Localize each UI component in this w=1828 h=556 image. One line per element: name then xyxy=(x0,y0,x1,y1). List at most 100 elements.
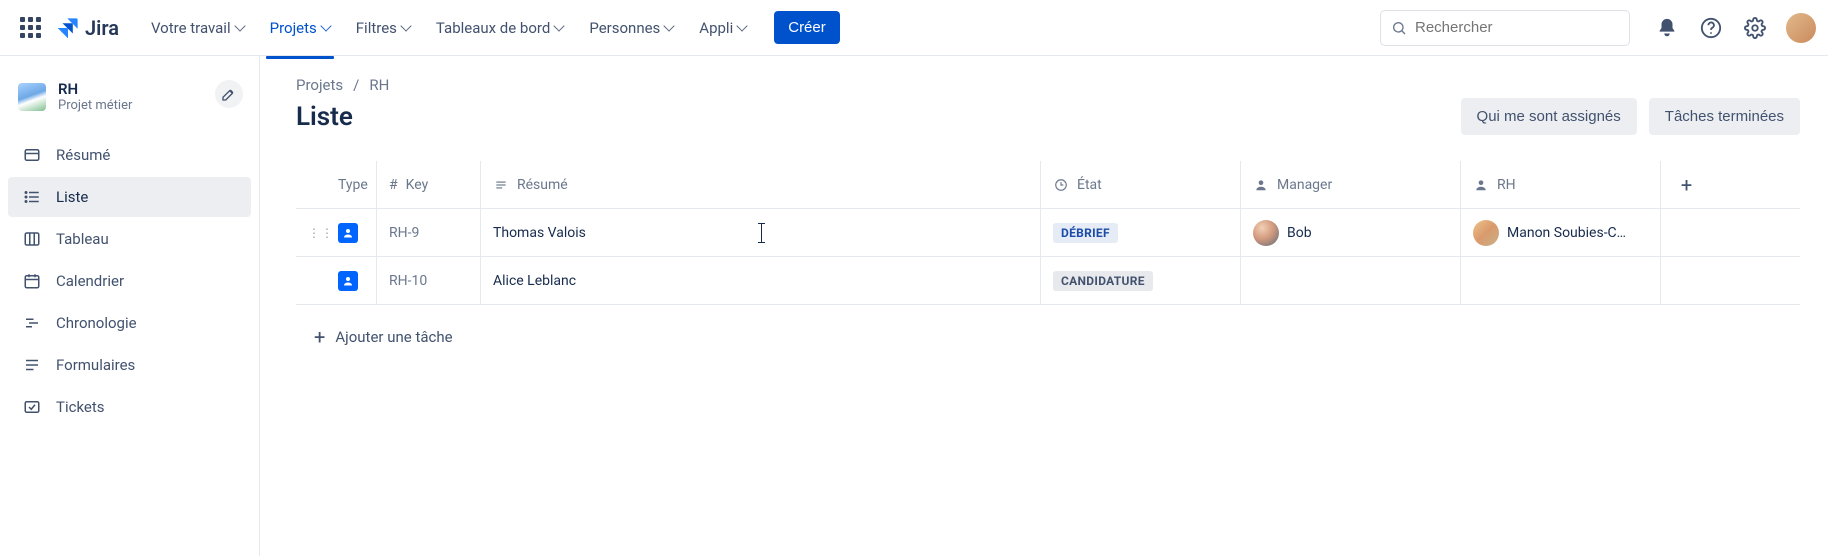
cell-manager[interactable] xyxy=(1240,257,1460,304)
cell-empty xyxy=(1660,209,1700,256)
person-icon xyxy=(1473,177,1489,193)
filter-assigned-button[interactable]: Qui me sont assignés xyxy=(1461,98,1637,135)
create-button[interactable]: Créer xyxy=(774,11,840,44)
col-status-label: État xyxy=(1077,177,1102,193)
cell-rh[interactable] xyxy=(1460,257,1660,304)
add-task-button[interactable]: + Ajouter une tâche xyxy=(296,327,1800,347)
cell-type[interactable] xyxy=(326,209,376,256)
nav-dashboards[interactable]: Tableaux de bord xyxy=(424,11,575,45)
sidebar-item-label: Tableau xyxy=(56,230,109,248)
nav-your-work[interactable]: Votre travail xyxy=(139,11,256,45)
status-badge: DÉBRIEF xyxy=(1053,223,1118,243)
cell-rh[interactable]: Manon Soubies-C… xyxy=(1460,209,1660,256)
jira-icon xyxy=(57,17,79,39)
user-avatar-icon xyxy=(1253,220,1279,246)
drag-handle-icon[interactable]: ⋮⋮ xyxy=(296,209,326,256)
col-type-label: Type xyxy=(338,177,368,193)
plus-icon: + xyxy=(1681,175,1692,195)
col-status[interactable]: État xyxy=(1040,161,1240,208)
breadcrumb-current[interactable]: RH xyxy=(369,76,389,94)
nav-utility-icons xyxy=(1654,13,1816,43)
main-content: Projets / RH Liste Qui me sont assignés … xyxy=(260,56,1828,556)
nav-filters-label: Filtres xyxy=(356,19,397,37)
sidebar-item-summary[interactable]: Résumé xyxy=(8,135,251,175)
sidebar-item-tickets[interactable]: Tickets xyxy=(8,387,251,427)
summary-text: Alice Leblanc xyxy=(493,273,576,289)
brand-label: Jira xyxy=(85,16,119,40)
nav-apps-label: Appli xyxy=(699,19,733,37)
table-row[interactable]: ⋮⋮ RH-9 Thomas Valois DÉBRIEF Bob Manon … xyxy=(296,209,1800,257)
cell-summary[interactable]: Alice Leblanc xyxy=(480,257,1040,304)
breadcrumb-separator: / xyxy=(353,76,359,94)
user-avatar-icon xyxy=(1473,220,1499,246)
chevron-down-icon xyxy=(737,20,748,31)
sidebar-item-list[interactable]: Liste xyxy=(8,177,251,217)
settings-icon[interactable] xyxy=(1742,15,1768,41)
sidebar: RH Projet métier Résumé Liste Tableau xyxy=(0,56,260,556)
issue-key-link[interactable]: RH-10 xyxy=(389,273,427,289)
list-icon xyxy=(22,187,42,207)
add-task-label: Ajouter une tâche xyxy=(335,328,452,346)
user-avatar[interactable] xyxy=(1786,13,1816,43)
calendar-icon xyxy=(22,271,42,291)
table-row[interactable]: RH-10 Alice Leblanc CANDIDATURE xyxy=(296,257,1800,305)
summary-text: Thomas Valois xyxy=(493,225,586,241)
help-icon[interactable] xyxy=(1698,15,1724,41)
paint-icon xyxy=(221,86,237,102)
col-manager[interactable]: Manager xyxy=(1240,161,1460,208)
search-input[interactable] xyxy=(1415,19,1619,36)
issue-key-link[interactable]: RH-9 xyxy=(389,225,419,241)
primary-nav: Votre travail Projets Filtres Tableaux d… xyxy=(139,11,758,45)
app-switcher-icon[interactable] xyxy=(12,9,49,46)
sidebar-item-label: Tickets xyxy=(56,398,105,416)
nav-people[interactable]: Personnes xyxy=(577,11,685,45)
breadcrumb-root[interactable]: Projets xyxy=(296,76,343,94)
cell-type[interactable] xyxy=(326,257,376,304)
cell-status[interactable]: CANDIDATURE xyxy=(1040,257,1240,304)
search-icon xyxy=(1391,20,1407,36)
nav-filters[interactable]: Filtres xyxy=(344,11,422,45)
person-icon xyxy=(1253,177,1269,193)
project-theme-button[interactable] xyxy=(215,80,243,108)
cell-manager[interactable]: Bob xyxy=(1240,209,1460,256)
sidebar-item-board[interactable]: Tableau xyxy=(8,219,251,259)
search-box[interactable] xyxy=(1380,10,1630,46)
project-header[interactable]: RH Projet métier xyxy=(8,72,251,121)
col-drag xyxy=(296,161,326,208)
rh-name: Manon Soubies-C… xyxy=(1507,225,1626,241)
cell-summary[interactable]: Thomas Valois xyxy=(480,209,1040,256)
sidebar-item-forms[interactable]: Formulaires xyxy=(8,345,251,385)
col-key[interactable]: #Key xyxy=(376,161,480,208)
manager-name: Bob xyxy=(1287,225,1312,241)
col-summary-label: Résumé xyxy=(517,177,568,193)
sidebar-item-timeline[interactable]: Chronologie xyxy=(8,303,251,343)
nav-your-work-label: Votre travail xyxy=(151,19,231,37)
status-icon xyxy=(1053,177,1069,193)
col-summary[interactable]: Résumé xyxy=(480,161,1040,208)
notifications-icon[interactable] xyxy=(1654,15,1680,41)
cell-key[interactable]: RH-10 xyxy=(376,257,480,304)
cell-key[interactable]: RH-9 xyxy=(376,209,480,256)
sidebar-item-calendar[interactable]: Calendrier xyxy=(8,261,251,301)
sidebar-item-label: Calendrier xyxy=(56,272,124,290)
col-manager-label: Manager xyxy=(1277,177,1332,193)
col-rh-label: RH xyxy=(1497,177,1516,193)
add-column-button[interactable]: + xyxy=(1660,161,1700,208)
col-type[interactable]: Type xyxy=(326,161,376,208)
issue-type-icon xyxy=(338,223,358,243)
status-badge: CANDIDATURE xyxy=(1053,271,1153,291)
nav-projects[interactable]: Projets xyxy=(258,11,342,45)
cell-status[interactable]: DÉBRIEF xyxy=(1040,209,1240,256)
chevron-down-icon xyxy=(554,20,565,31)
forms-icon xyxy=(22,355,42,375)
chevron-down-icon xyxy=(400,20,411,31)
cell-empty xyxy=(1660,257,1700,304)
filter-done-button[interactable]: Tâches terminées xyxy=(1649,98,1800,135)
jira-logo[interactable]: Jira xyxy=(57,16,119,40)
sidebar-item-label: Résumé xyxy=(56,146,110,164)
col-rh[interactable]: RH xyxy=(1460,161,1660,208)
nav-apps[interactable]: Appli xyxy=(687,11,758,45)
sidebar-menu: Résumé Liste Tableau Calendrier Chronolo… xyxy=(8,135,251,427)
table-header: Type #Key Résumé État Manager RH xyxy=(296,161,1800,209)
nav-dashboards-label: Tableaux de bord xyxy=(436,19,550,37)
